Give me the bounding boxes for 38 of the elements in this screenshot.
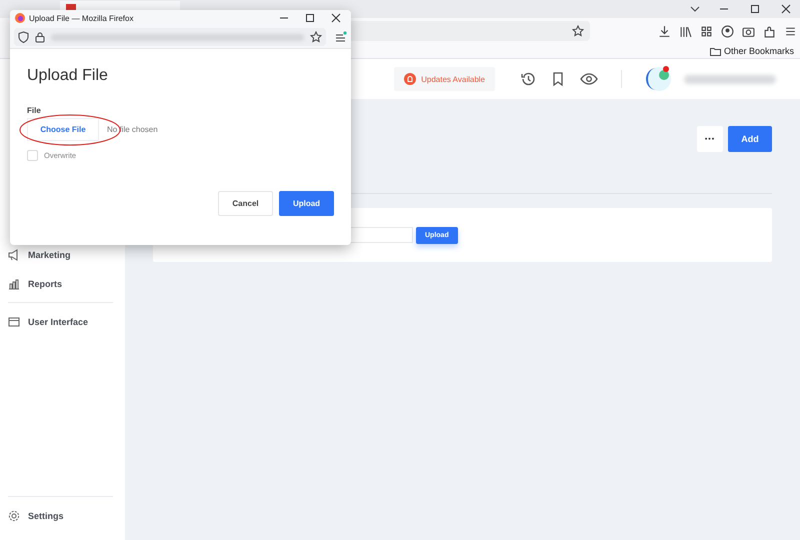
add-button[interactable]: Add (728, 126, 772, 152)
bar-chart-icon (8, 278, 20, 290)
choose-file-button[interactable]: Choose File (27, 118, 99, 141)
lock-icon (35, 31, 45, 43)
camera-icon[interactable] (742, 24, 755, 38)
eye-icon[interactable] (580, 71, 598, 87)
history-icon[interactable] (520, 71, 536, 87)
field-label: File (27, 106, 42, 115)
overwrite-checkbox[interactable] (27, 150, 38, 161)
close-icon[interactable] (330, 12, 342, 24)
firefox-logo-icon (15, 13, 25, 23)
grid-icon[interactable] (700, 24, 713, 38)
window-icon (8, 316, 20, 328)
cancel-button[interactable]: Cancel (218, 191, 273, 216)
library-icon[interactable] (679, 24, 692, 38)
upload-button[interactable]: Upload (279, 191, 334, 216)
maximize-icon[interactable] (749, 3, 761, 15)
download-icon[interactable] (658, 24, 671, 38)
account-icon[interactable] (721, 24, 734, 38)
bookmark-folder[interactable]: Other Bookmarks (710, 46, 794, 56)
folder-icon (710, 46, 721, 56)
window-title: Upload File — Mozilla Firefox (29, 14, 134, 22)
close-icon[interactable] (780, 3, 792, 15)
settings-icon (8, 510, 20, 522)
star-icon[interactable] (572, 25, 584, 37)
sidebar-item[interactable]: Marketing (8, 240, 113, 269)
maximize-icon[interactable] (304, 12, 316, 24)
sidebar-item[interactable]: Reports (8, 269, 113, 298)
dialog-title: Upload File (27, 67, 109, 85)
menu-icon[interactable] (784, 24, 797, 38)
avatar-logo-icon (644, 65, 672, 93)
sidebar-item[interactable]: Settings (8, 501, 113, 530)
alert-icon (404, 73, 416, 85)
menu-icon[interactable] (334, 30, 347, 44)
shield-icon (18, 31, 29, 43)
megaphone-icon (8, 248, 20, 260)
sidebar-item[interactable]: User Interface (8, 307, 113, 336)
star-icon[interactable] (310, 31, 322, 43)
